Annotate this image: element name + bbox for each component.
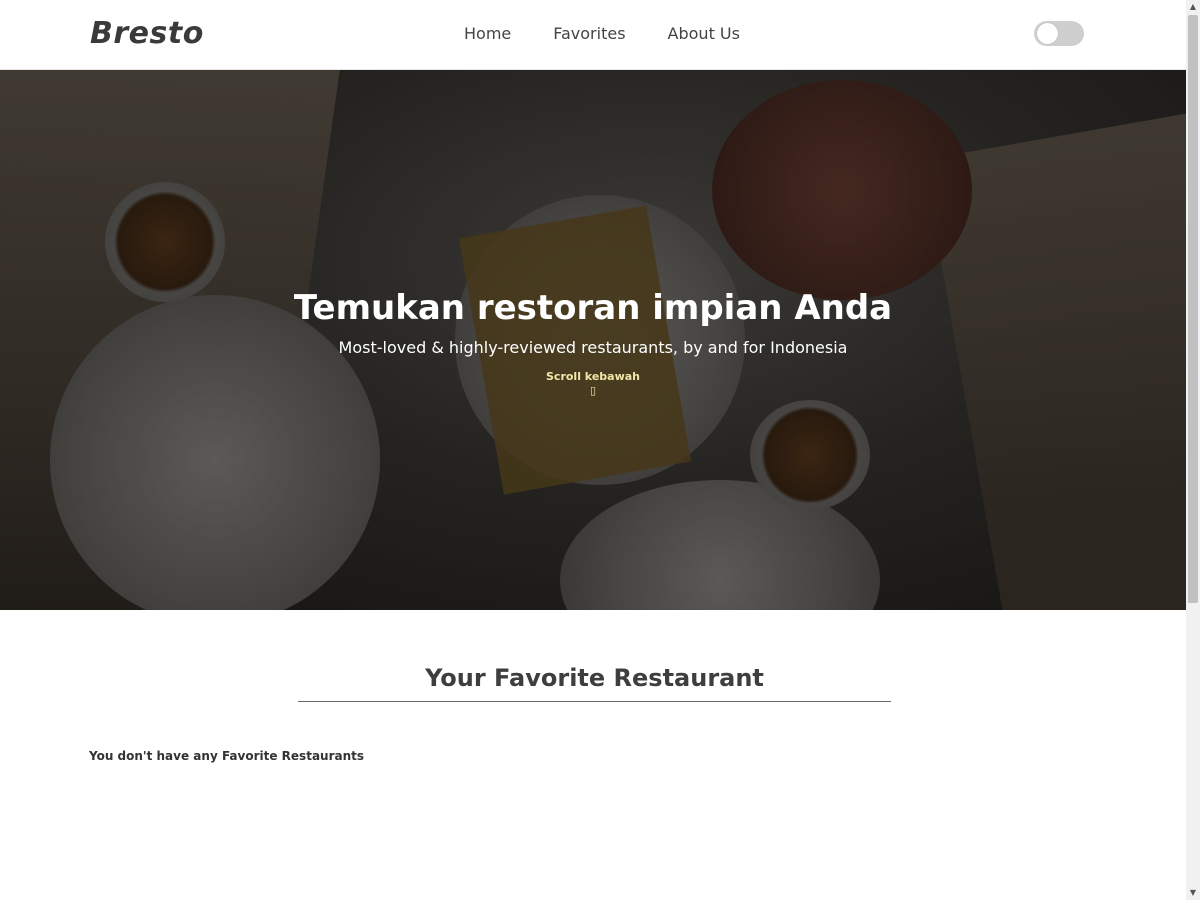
section-title: Your Favorite Restaurant [425, 664, 764, 692]
scroll-down-link[interactable]: Scroll kebawah [0, 370, 1186, 383]
main-nav: Home Favorites About Us [464, 24, 740, 43]
scrollbar-thumb[interactable] [1188, 15, 1198, 603]
nav-about-us-link[interactable]: About Us [668, 24, 740, 43]
nav-favorites-link[interactable]: Favorites [553, 24, 625, 43]
scroll-up-arrow-icon[interactable]: ▲ [1186, 0, 1200, 14]
vertical-scrollbar[interactable]: ▲ ▼ [1186, 0, 1200, 900]
empty-state-message: You don't have any Favorite Restaurants [89, 749, 365, 763]
nav-home-link[interactable]: Home [464, 24, 511, 43]
hero-subtitle: Most-loved & highly-reviewed restaurants… [338, 338, 848, 357]
scroll-down-icon[interactable]: ▯ [0, 384, 1186, 397]
brand-logo[interactable]: Bresto [90, 16, 204, 51]
theme-toggle[interactable] [1034, 21, 1084, 46]
hero-text: Temukan restoran impian Anda Most-loved … [0, 70, 1186, 610]
section-divider [298, 701, 891, 702]
scroll-down-arrow-icon[interactable]: ▼ [1186, 886, 1200, 900]
hero-banner: Temukan restoran impian Anda Most-loved … [0, 70, 1186, 610]
page: Bresto Home Favorites About Us Temukan r… [0, 0, 1186, 900]
app-header: Bresto Home Favorites About Us [0, 0, 1186, 70]
toggle-knob [1037, 23, 1058, 44]
hero-title: Temukan restoran impian Anda [293, 288, 893, 328]
